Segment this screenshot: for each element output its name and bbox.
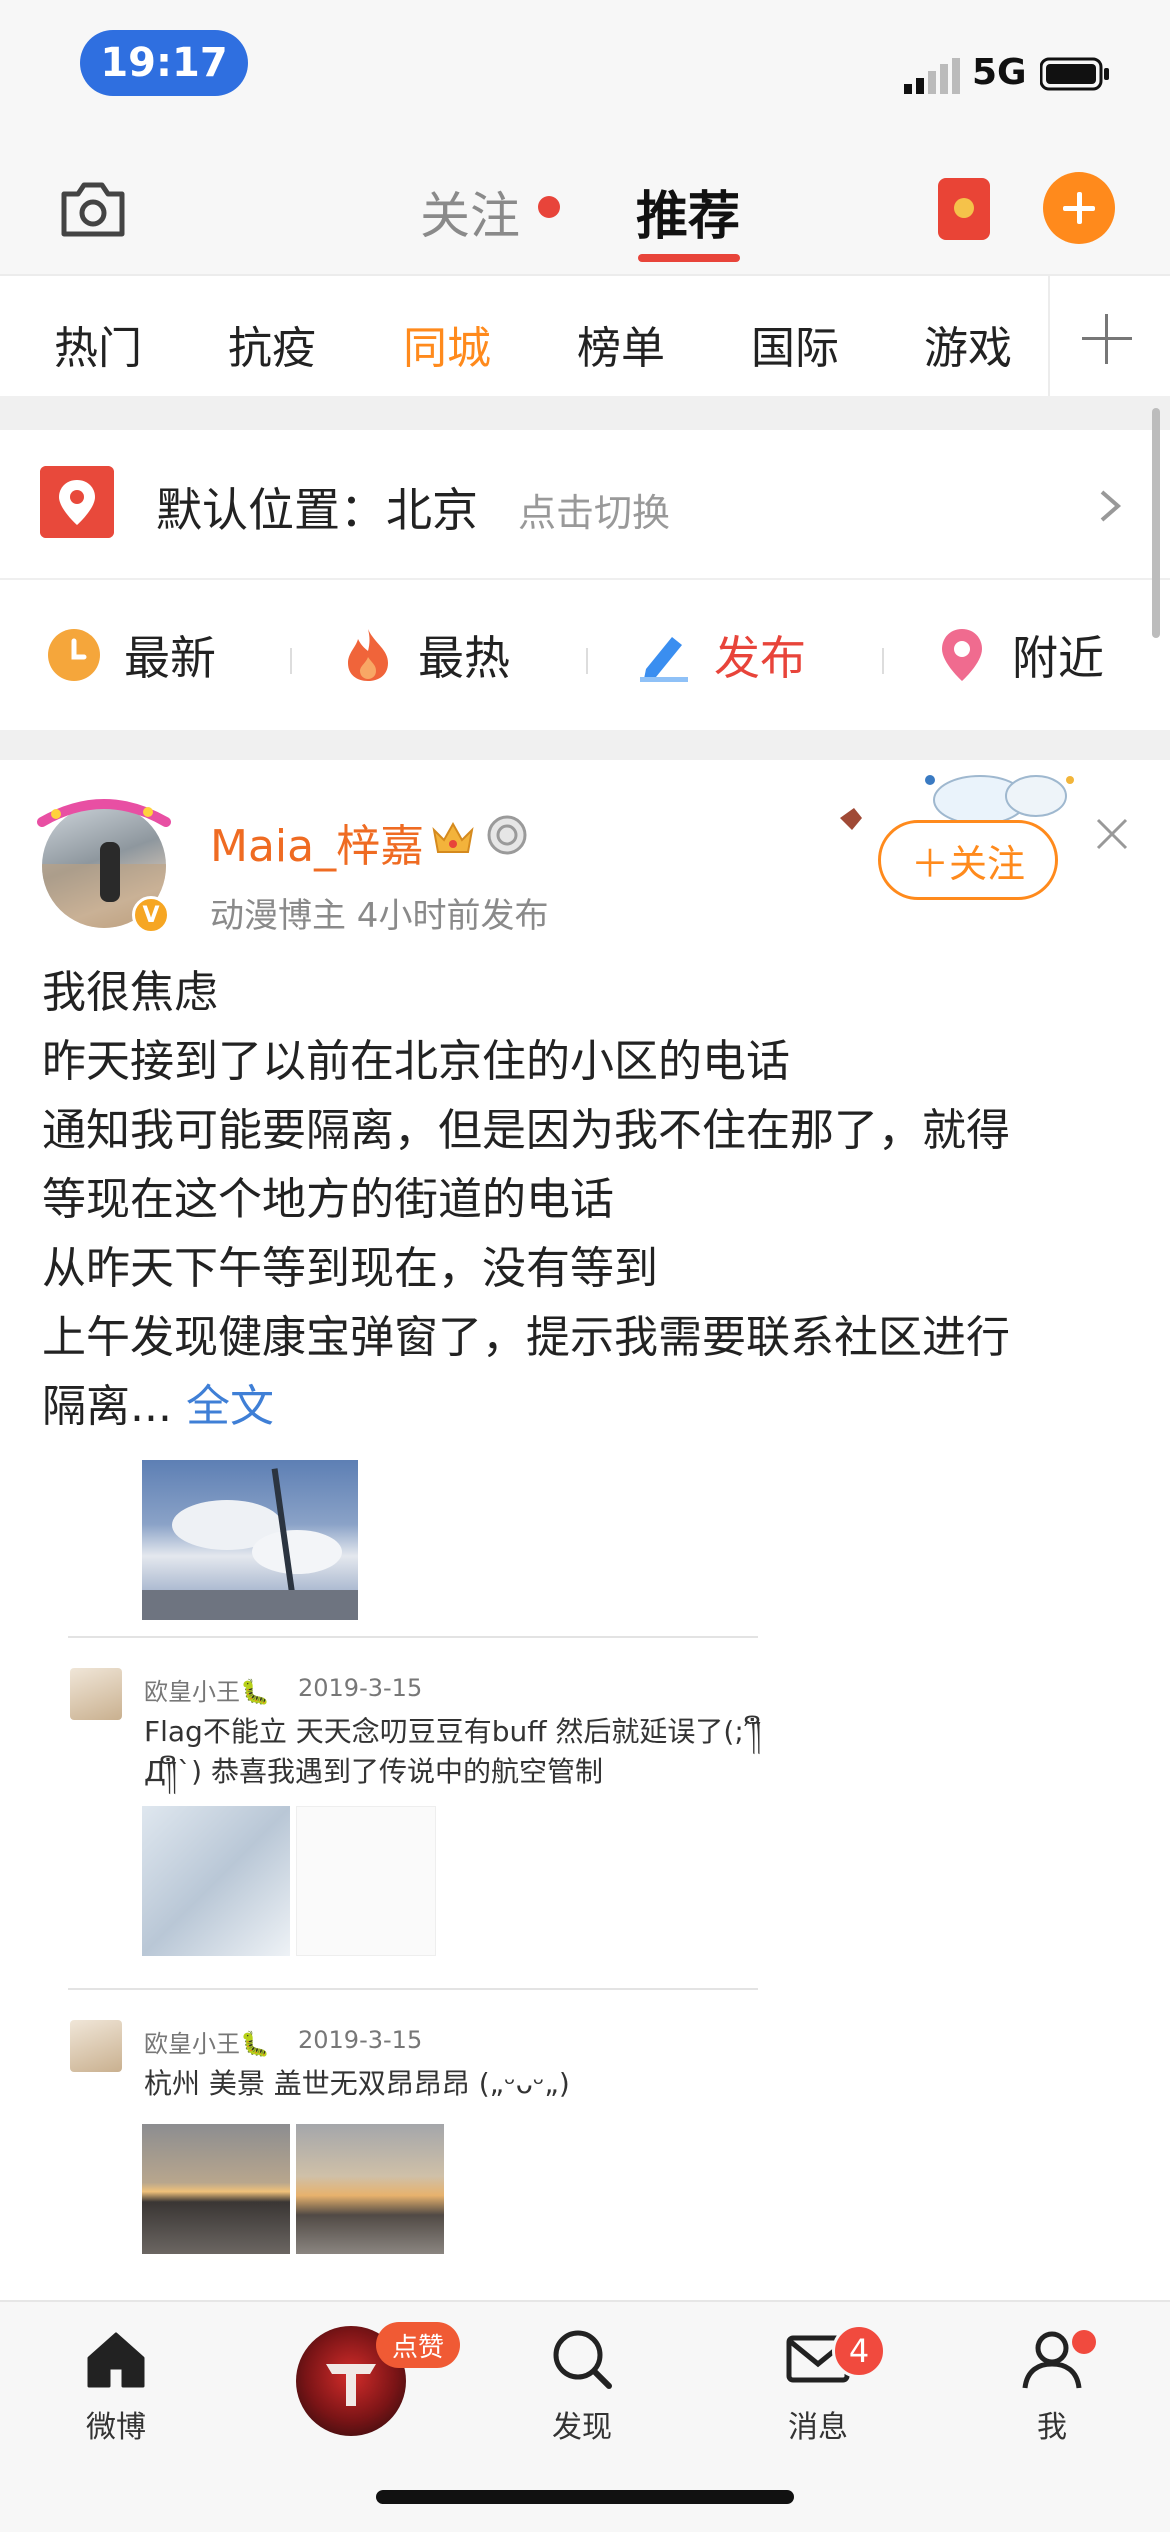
compose-plus-button[interactable] [1043, 172, 1115, 244]
post-line: 通知我可能要隔离，但是因为我不住在那了，就得 [42, 1105, 1010, 1156]
flame-icon [348, 629, 388, 681]
post-body: 我很焦虑 昨天接到了以前在北京住的小区的电话 通知我可能要隔离，但是因为我不住在… [42, 958, 1132, 1441]
author-avatar[interactable]: V [37, 792, 171, 934]
post-line-last: 隔离... 全文 [42, 1372, 1132, 1441]
location-pin-icon [40, 466, 114, 538]
camera-icon[interactable] [58, 178, 128, 240]
close-icon[interactable] [1094, 816, 1130, 852]
filter-nearby[interactable]: 附近 [934, 622, 1104, 688]
scrollbar[interactable] [1152, 408, 1160, 638]
medal-icon [487, 815, 527, 855]
sunset-photo [142, 2124, 290, 2254]
location-label: 默认位置：北京 [156, 483, 478, 537]
feed-post: V Maia_梓嘉 动漫博主 4小时前发布 ＋关注 我很焦虑 昨天接到了以前在北… [0, 760, 1170, 2300]
post-meta: 动漫博主 4小时前发布 [210, 896, 549, 936]
me-notification-dot [1072, 2330, 1096, 2354]
filter-hottest-label: 最热 [418, 631, 510, 685]
location-switch-hint[interactable]: 点击切换 [518, 482, 670, 537]
sky-photo [142, 1460, 358, 1620]
filter-row: 最新 最热 发布 附近 [0, 582, 1170, 730]
channel-ranking[interactable]: 榜单 [577, 312, 665, 376]
image-divider [68, 1636, 758, 1638]
flight-screenshot [296, 1806, 436, 1956]
search-icon [553, 2330, 612, 2389]
channel-tabs: 热门 抗疫 同城 榜单 国际 游戏 [0, 274, 1170, 398]
tab-follow[interactable]: 关注 [420, 176, 520, 248]
filter-latest-label: 最新 [124, 631, 216, 685]
filter-hottest[interactable]: 最热 [340, 622, 510, 688]
tab-label: 微博 [86, 2410, 146, 2445]
tab-discover[interactable]: 发现 [502, 2324, 662, 2446]
filter-divider [290, 648, 292, 674]
filter-nearby-label: 附近 [1012, 631, 1104, 685]
filter-divider [586, 648, 588, 674]
channel-divider [1048, 276, 1050, 398]
comment-avatar [70, 2020, 122, 2072]
filter-publish-label: 发布 [714, 631, 806, 685]
filter-publish[interactable]: 发布 [636, 622, 806, 688]
home-indicator[interactable] [376, 2490, 794, 2504]
ticket-photo [142, 1806, 290, 1956]
clock-icon [48, 629, 100, 681]
follow-dot [538, 196, 560, 218]
channel-hot[interactable]: 热门 [54, 312, 142, 376]
post-line: 上午发现健康宝弹窗了，提示我需要联系社区进行 [42, 1312, 1010, 1363]
status-bar: 19:17 5G [0, 0, 1170, 150]
crown-icon [432, 821, 474, 853]
channel-international[interactable]: 国际 [751, 312, 839, 376]
top-nav: 关注 推荐 [0, 150, 1170, 274]
tab-weibo[interactable]: 微博 [36, 2324, 196, 2446]
sunset-photo [296, 2124, 444, 2254]
channel-games[interactable]: 游戏 [924, 312, 1012, 376]
comment-text: 杭州 美景 盖世无双昂昂昂 („ᵕᴗᵕ„) [144, 2067, 570, 2100]
message-count-badge: 4 [832, 2324, 886, 2378]
channel-local[interactable]: 同城 [403, 312, 491, 376]
chevron-right-icon [1100, 490, 1122, 522]
comment-avatar [70, 1668, 122, 1720]
comment-user: 欧皇小王🐛 [144, 2030, 270, 2058]
follow-button[interactable]: ＋关注 [878, 820, 1058, 900]
channel-anti-epidemic[interactable]: 抗疫 [228, 312, 316, 376]
post-line: 昨天接到了以前在北京住的小区的电话 [42, 1036, 790, 1087]
pin-icon [942, 629, 982, 681]
like-badge: 点赞 [376, 2322, 461, 2368]
filter-divider [882, 648, 884, 674]
image-divider [68, 1988, 758, 1990]
tab-label: 消息 [788, 2410, 848, 2445]
network-type: 5G [972, 52, 1027, 93]
comment-date: 2019-3-15 [298, 2026, 423, 2054]
red-packet-coin [954, 198, 974, 218]
filter-latest[interactable]: 最新 [46, 622, 216, 688]
comment-user: 欧皇小王🐛 [144, 1678, 270, 1706]
read-full-link[interactable]: 全文 [186, 1381, 274, 1432]
add-channel-icon[interactable] [1082, 314, 1132, 364]
tab-recommend[interactable]: 推荐 [636, 174, 740, 249]
tab-me[interactable]: 我 [972, 2324, 1132, 2446]
avatar-frame-decoration [37, 799, 171, 827]
post-line: 等现在这个地方的街道的电话 [42, 1174, 614, 1225]
author-name[interactable]: Maia_梓嘉 [210, 810, 424, 874]
signal-icon [904, 58, 960, 94]
status-time: 19:17 [80, 30, 248, 96]
post-last-line: 隔离... [42, 1381, 172, 1432]
verified-badge-icon: V [132, 896, 170, 934]
center-flag-icon [326, 2364, 376, 2406]
battery-icon [1040, 57, 1109, 91]
tab-label: 发现 [552, 2410, 612, 2445]
edit-icon [640, 637, 688, 682]
comment-date: 2019-3-15 [298, 1674, 423, 1702]
section-gap [0, 396, 1170, 430]
active-tab-underline [638, 254, 740, 262]
post-line: 从昨天下午等到现在，没有等到 [42, 1243, 658, 1294]
section-gap [0, 730, 1170, 760]
comment-text: Flag不能立 天天念叨豆豆有buff 然后就延误了(;′༎ຶД༎ຶ`) 恭喜我… [144, 1715, 762, 1788]
post-line: 我很焦虑 [42, 967, 218, 1018]
tab-label: 我 [1037, 2410, 1067, 2445]
home-icon [87, 2332, 145, 2388]
location-bar[interactable]: 默认位置：北京 点击切换 [0, 430, 1170, 580]
